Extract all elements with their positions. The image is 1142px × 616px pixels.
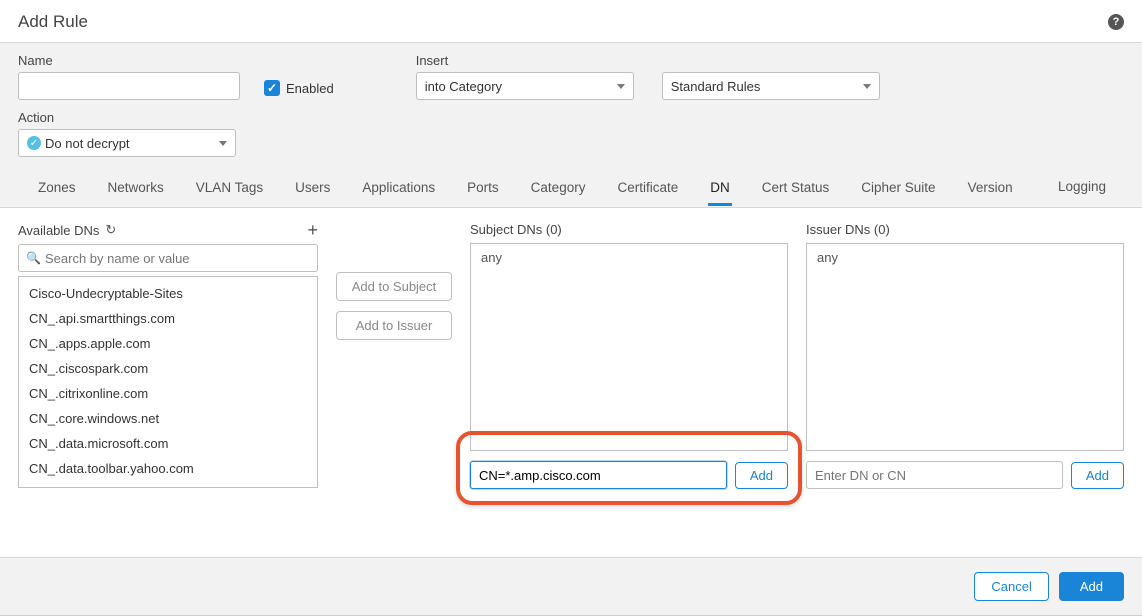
dialog-footer: Cancel Add [0, 557, 1142, 615]
subject-dns-box[interactable]: any [470, 243, 788, 451]
dialog-title: Add Rule [18, 12, 88, 32]
chevron-down-icon [863, 84, 871, 89]
list-item[interactable]: CN_.api.smartthings.com [19, 306, 317, 331]
issuer-dns-box[interactable]: any [806, 243, 1124, 451]
list-item[interactable]: CN_.apps.apple.com [19, 331, 317, 356]
tab-version[interactable]: Version [966, 170, 1015, 206]
list-item[interactable]: CN_.data.microsoft.com [19, 431, 317, 456]
subject-dns-label: Subject DNs (0) [470, 222, 788, 237]
tab-cipher-suite[interactable]: Cipher Suite [859, 170, 937, 206]
search-input[interactable] [18, 244, 318, 272]
available-dns-label: Available DNs [18, 223, 99, 238]
list-item[interactable]: CN_.core.windows.net [19, 406, 317, 431]
add-button[interactable]: Add [1059, 572, 1124, 601]
form-section: Name Enabled Insert into Category Standa… [0, 43, 1142, 208]
add-dn-icon[interactable]: + [307, 223, 318, 237]
list-item[interactable]: CN_.data.toolbar.yahoo.com [19, 456, 317, 481]
tab-cert-status[interactable]: Cert Status [760, 170, 832, 206]
dn-panels: Subject DNs (0) any Add Issuer DNs (0) a… [470, 222, 1124, 557]
chevron-down-icon [617, 84, 625, 89]
tab-zones[interactable]: Zones [36, 170, 78, 206]
dialog-header: Add Rule ? [0, 0, 1142, 43]
help-icon[interactable]: ? [1108, 14, 1124, 30]
tabs-bar: Zones Networks VLAN Tags Users Applications P… [18, 169, 1124, 207]
tab-vlan-tags[interactable]: VLAN Tags [194, 170, 265, 206]
add-to-issuer-button[interactable]: Add to Issuer [336, 311, 452, 340]
issuer-dns-panel: Issuer DNs (0) any Add [806, 222, 1124, 557]
tab-category[interactable]: Category [529, 170, 588, 206]
name-label: Name [18, 53, 240, 68]
issuer-add-button[interactable]: Add [1071, 462, 1124, 489]
insert-label: Insert [416, 53, 880, 68]
tab-users[interactable]: Users [293, 170, 332, 206]
insert-group: Insert into Category Standard Rules [416, 53, 880, 100]
issuer-dns-label: Issuer DNs (0) [806, 222, 1124, 237]
available-dns-column: Available DNs ↻ + 🔍 Cisco-Undecryptable-… [18, 222, 318, 557]
tab-logging[interactable]: Logging [1058, 169, 1106, 207]
transfer-buttons: Add to Subject Add to Issuer [336, 222, 452, 557]
issuer-dn-input[interactable] [806, 461, 1063, 489]
issuer-any-text: any [817, 250, 838, 265]
tab-dn[interactable]: DN [708, 170, 732, 206]
list-item[interactable]: CN_.citrixonline.com [19, 381, 317, 406]
insert-value: into Category [425, 79, 502, 94]
subject-any-text: any [481, 250, 502, 265]
action-select[interactable]: Do not decrypt [18, 129, 236, 157]
name-input[interactable] [18, 72, 240, 100]
insert-select[interactable]: into Category [416, 72, 634, 100]
tab-networks[interactable]: Networks [106, 170, 166, 206]
tab-certificate[interactable]: Certificate [615, 170, 680, 206]
list-item[interactable]: Cisco-Undecryptable-Sites [19, 281, 317, 306]
subject-dns-panel: Subject DNs (0) any Add [470, 222, 788, 557]
chevron-down-icon [219, 141, 227, 146]
add-to-subject-button[interactable]: Add to Subject [336, 272, 452, 301]
standard-value: Standard Rules [671, 79, 761, 94]
tab-ports[interactable]: Ports [465, 170, 501, 206]
tab-applications[interactable]: Applications [360, 170, 437, 206]
standard-rules-select[interactable]: Standard Rules [662, 72, 880, 100]
action-label: Action [18, 110, 1124, 125]
action-value: Do not decrypt [45, 136, 130, 151]
search-icon: 🔍 [26, 251, 41, 265]
enabled-group[interactable]: Enabled [264, 80, 334, 96]
refresh-icon[interactable]: ↻ [105, 222, 116, 238]
available-dns-list[interactable]: Cisco-Undecryptable-SitesCN_.api.smartth… [18, 276, 318, 488]
subject-dn-input[interactable] [470, 461, 727, 489]
name-group: Name [18, 53, 240, 100]
dn-content: Available DNs ↻ + 🔍 Cisco-Undecryptable-… [0, 208, 1142, 557]
list-item[interactable]: CN_.ciscospark.com [19, 356, 317, 381]
subject-add-button[interactable]: Add [735, 462, 788, 489]
check-circle-icon [27, 136, 41, 150]
action-group: Action Do not decrypt [18, 110, 1124, 157]
add-rule-dialog: Add Rule ? Name Enabled Insert into Cate… [0, 0, 1142, 616]
cancel-button[interactable]: Cancel [974, 572, 1048, 601]
enabled-label: Enabled [286, 81, 334, 96]
enabled-checkbox[interactable] [264, 80, 280, 96]
